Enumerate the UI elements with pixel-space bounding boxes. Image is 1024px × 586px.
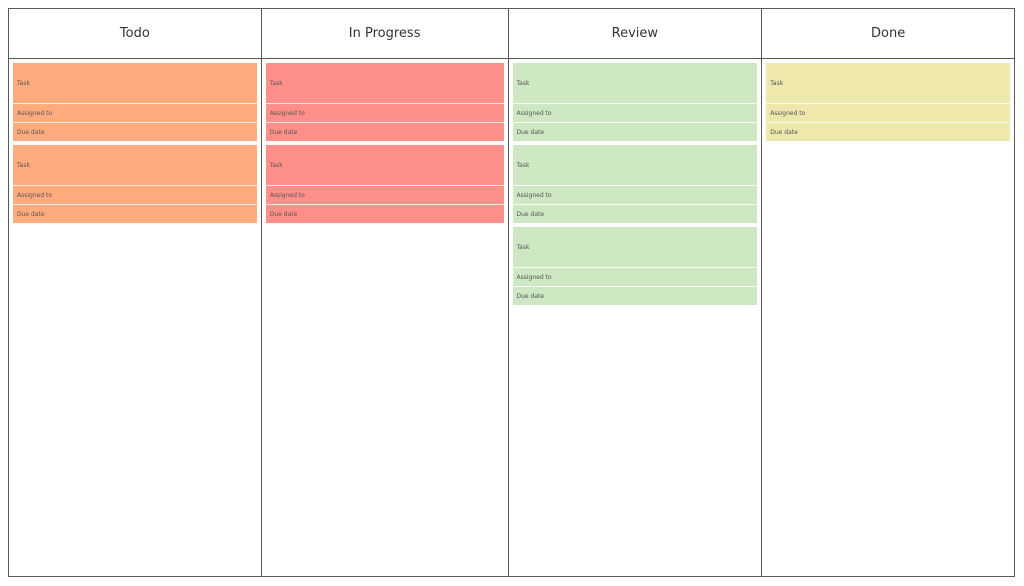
column-body: Task Assigned to Due date Task Assigned to Du… (509, 59, 762, 305)
due-date-field[interactable]: Due date (13, 205, 257, 223)
task-card[interactable]: Task Assigned to Due date (512, 227, 758, 305)
column-header: Review (508, 9, 762, 59)
assigned-to-field[interactable]: Assigned to (766, 104, 1010, 123)
assigned-to-field[interactable]: Assigned to (512, 104, 758, 123)
column-body: Task Assigned to Due date (762, 59, 1014, 141)
column-header: Todo (9, 9, 261, 59)
task-card[interactable]: Task Assigned to Due date (512, 145, 758, 223)
task-field[interactable]: Task (265, 145, 504, 186)
due-date-field[interactable]: Due date (513, 123, 758, 141)
task-card[interactable]: Task Assigned to Due date (512, 63, 758, 141)
task-field[interactable]: Task (13, 145, 257, 186)
column-header: In Progress (261, 9, 508, 59)
assigned-to-field[interactable]: Assigned to (13, 104, 257, 123)
assigned-to-field[interactable]: Assigned to (265, 104, 504, 123)
task-field[interactable]: Task (766, 63, 1010, 104)
kanban-board: Todo Task Assigned to Due date Task Assigned … (8, 8, 1015, 577)
assigned-to-field[interactable]: Assigned to (512, 268, 758, 287)
due-date-field[interactable]: Due date (266, 123, 504, 141)
task-card[interactable]: Task Assigned to Due date (265, 63, 504, 141)
task-field[interactable]: Task (512, 227, 758, 268)
assigned-to-field[interactable]: Assigned to (265, 186, 504, 205)
task-field[interactable]: Task (13, 63, 257, 104)
column-done: Done Task Assigned to Due date (762, 9, 1014, 576)
due-date-field[interactable]: Due date (513, 205, 758, 223)
task-card[interactable]: Task Assigned to Due date (265, 145, 504, 223)
task-card[interactable]: Task Assigned to Due date (13, 63, 257, 141)
due-date-field[interactable]: Due date (266, 205, 504, 223)
task-card[interactable]: Task Assigned to Due date (766, 63, 1010, 141)
column-body: Task Assigned to Due date Task Assigned to Du… (262, 59, 508, 223)
column-in-progress: In Progress Task Assigned to Due date Task As… (261, 9, 509, 576)
column-todo: Todo Task Assigned to Due date Task Assigned … (9, 9, 262, 576)
assigned-to-field[interactable]: Assigned to (512, 186, 758, 205)
task-field[interactable]: Task (265, 63, 504, 104)
column-header: Done (762, 9, 1014, 59)
task-field[interactable]: Task (512, 145, 758, 186)
due-date-field[interactable]: Due date (766, 123, 1010, 141)
task-card[interactable]: Task Assigned to Due date (13, 145, 257, 223)
due-date-field[interactable]: Due date (513, 287, 758, 305)
due-date-field[interactable]: Due date (13, 123, 257, 141)
column-review: Review Task Assigned to Due date Task Assigne… (508, 9, 763, 576)
task-field[interactable]: Task (512, 63, 758, 104)
assigned-to-field[interactable]: Assigned to (13, 186, 257, 205)
column-body: Task Assigned to Due date Task Assigned to Du… (9, 59, 261, 223)
